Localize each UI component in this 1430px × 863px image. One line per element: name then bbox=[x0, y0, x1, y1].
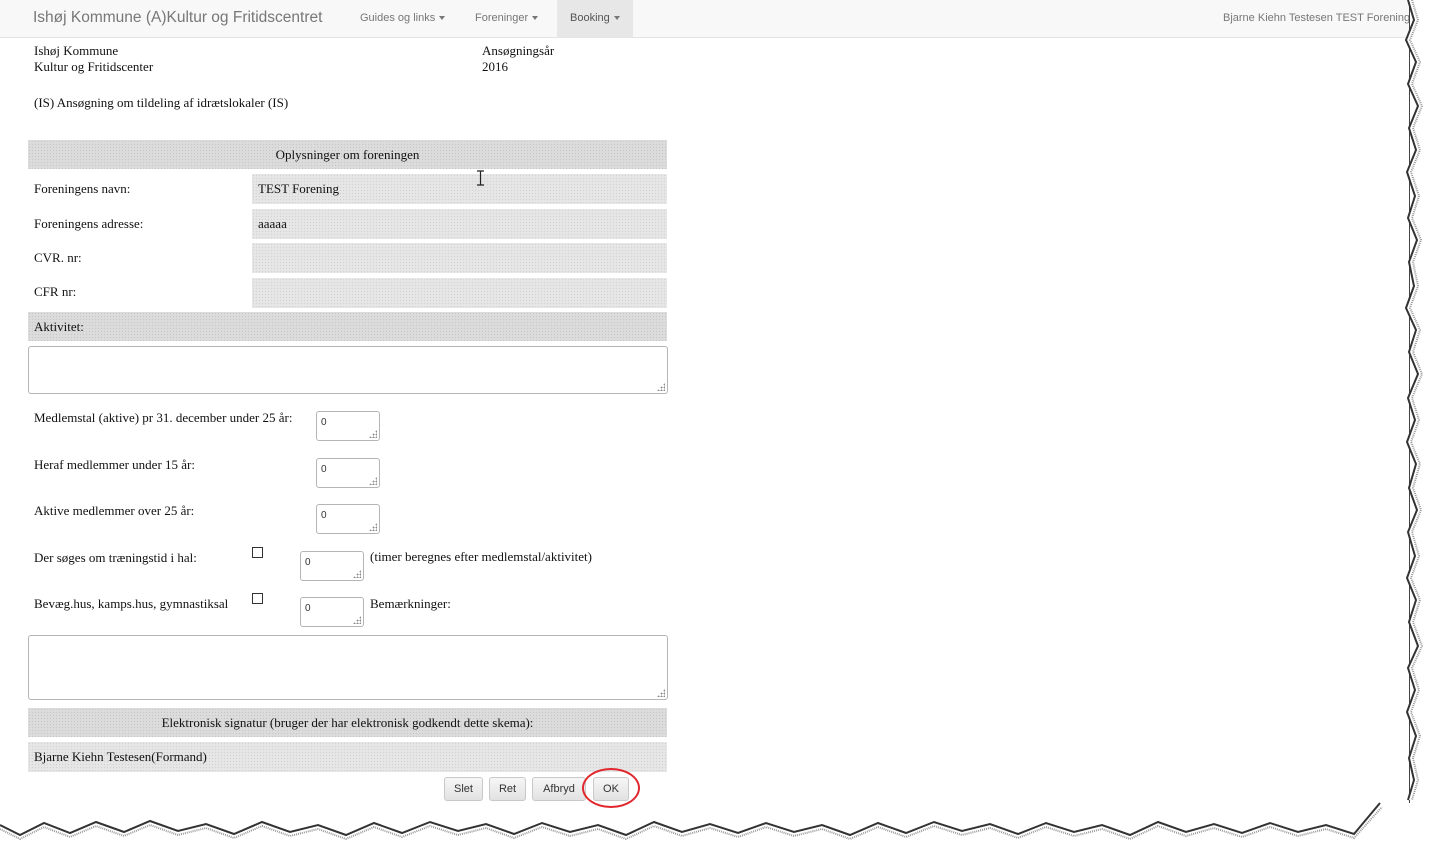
resize-grip-icon[interactable] bbox=[369, 477, 377, 485]
caret-down-icon bbox=[439, 16, 446, 21]
input-value: 0 bbox=[321, 510, 327, 521]
members-over-25-input[interactable]: 0 bbox=[316, 504, 380, 534]
nav-label: Booking bbox=[570, 12, 610, 24]
value-club-name: TEST Forening bbox=[252, 174, 667, 204]
remarks-label: Bemærkninger: bbox=[370, 596, 451, 611]
resize-grip-icon[interactable] bbox=[657, 383, 665, 391]
label-cfr: CFR nr: bbox=[34, 284, 77, 299]
signature-heading: Elektronisk signatur (bruger der har ele… bbox=[28, 708, 667, 737]
caret-down-icon bbox=[613, 16, 620, 21]
navbar-brand[interactable]: Ishøj Kommune (A)Kultur og Fritidscentre… bbox=[33, 9, 322, 27]
nav-foreninger[interactable]: Foreninger bbox=[462, 0, 551, 37]
nav-label: Foreninger bbox=[475, 12, 529, 24]
input-value: 0 bbox=[321, 417, 327, 428]
label-cvr: CVR. nr: bbox=[34, 250, 82, 265]
input-value: 0 bbox=[305, 603, 311, 614]
hall-training-checkbox[interactable] bbox=[252, 547, 263, 558]
caret-down-icon bbox=[532, 16, 539, 21]
resize-grip-icon[interactable] bbox=[353, 570, 361, 578]
resize-grip-icon[interactable] bbox=[369, 523, 377, 531]
activity-heading: Aktivitet: bbox=[28, 312, 667, 341]
nav-booking[interactable]: Booking bbox=[557, 0, 633, 37]
hall-training-hours-input[interactable]: 0 bbox=[300, 551, 364, 581]
text-cursor-icon bbox=[477, 170, 484, 186]
resize-grip-icon[interactable] bbox=[657, 689, 665, 697]
label-members-over-25: Aktive medlemmer over 25 år: bbox=[34, 503, 195, 518]
top-navbar: Ishøj Kommune (A)Kultur og Fritidscentre… bbox=[0, 0, 1409, 38]
remarks-textarea[interactable] bbox=[28, 635, 668, 700]
label-club-name: Foreningens navn: bbox=[34, 181, 131, 196]
signature-value: Bjarne Kiehn Testesen(Formand) bbox=[28, 742, 667, 772]
members-under-15-input[interactable]: 0 bbox=[316, 458, 380, 488]
value-club-address: aaaaa bbox=[252, 209, 667, 239]
org-name: Ishøj Kommune bbox=[34, 43, 119, 58]
label-club-address: Foreningens adresse: bbox=[34, 216, 144, 231]
torn-edge-right bbox=[1404, 0, 1430, 801]
label-members-under-25: Medlemstal (aktive) pr 31. december unde… bbox=[34, 410, 293, 425]
form-title: (IS) Ansøgning om tildeling af idrætslok… bbox=[34, 95, 289, 110]
value-cfr bbox=[252, 278, 667, 308]
resize-grip-icon[interactable] bbox=[369, 430, 377, 438]
hall-training-note: (timer beregnes efter medlemstal/aktivit… bbox=[370, 549, 592, 564]
year-value: 2016 bbox=[482, 59, 508, 74]
activity-textarea[interactable] bbox=[28, 346, 668, 394]
label-members-under-15: Heraf medlemmer under 15 år: bbox=[34, 457, 195, 472]
browser-viewport: Ishøj Kommune (A)Kultur og Fritidscentre… bbox=[0, 0, 1410, 838]
year-label: Ansøgningsår bbox=[482, 43, 555, 58]
section-heading-club-info: Oplysninger om foreningen bbox=[28, 140, 667, 169]
resize-grip-icon[interactable] bbox=[353, 616, 361, 624]
label-hall-training: Der søges om træningstid i hal: bbox=[34, 550, 197, 565]
torn-edge-bottom bbox=[0, 802, 1430, 863]
input-value: 0 bbox=[305, 557, 311, 568]
nav-label: Guides og links bbox=[360, 12, 436, 24]
gym-halls-checkbox[interactable] bbox=[252, 593, 263, 604]
input-value: 0 bbox=[321, 464, 327, 475]
org-department: Kultur og Fritidscenter bbox=[34, 59, 154, 74]
label-gym-halls: Bevæg.hus, kamps.hus, gymnastiksal bbox=[34, 596, 229, 611]
gym-halls-hours-input[interactable]: 0 bbox=[300, 597, 364, 627]
members-under-25-input[interactable]: 0 bbox=[316, 411, 380, 441]
value-cvr bbox=[252, 243, 667, 273]
nav-guides-og-links[interactable]: Guides og links bbox=[347, 0, 458, 37]
